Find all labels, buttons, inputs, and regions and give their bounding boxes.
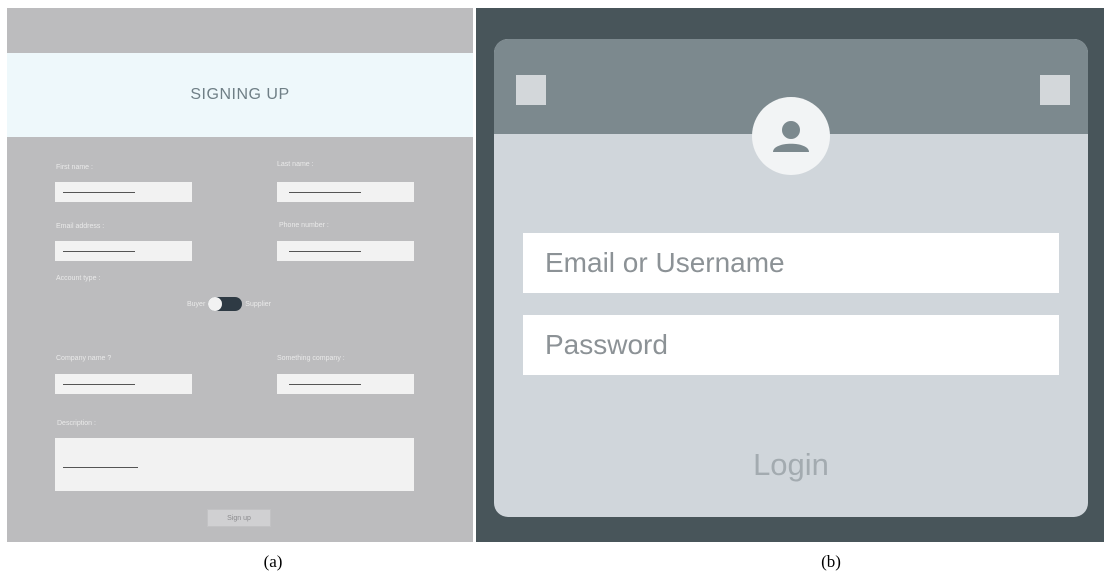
toggle-buyer-label: Buyer <box>187 300 206 308</box>
toggle-knob <box>208 297 223 311</box>
last-name-input[interactable] <box>277 182 414 202</box>
phone-label: Phone number : <box>279 222 329 229</box>
settings-square-icon[interactable] <box>1040 75 1070 105</box>
company-name-label: Company name ? <box>56 355 112 362</box>
something-company-input[interactable] <box>277 374 414 394</box>
phone-input[interactable] <box>277 241 414 261</box>
company-name-input[interactable] <box>55 374 192 394</box>
password-field[interactable]: Password <box>523 315 1059 375</box>
account-type-toggle-row: Buyer Supplier <box>187 297 271 311</box>
email-username-field[interactable]: Email or Username <box>523 233 1059 293</box>
login-panel: Email or Username Password Login <box>476 8 1104 542</box>
login-button[interactable]: Login <box>494 447 1088 483</box>
email-input[interactable] <box>55 241 192 261</box>
email-username-placeholder: Email or Username <box>545 247 785 278</box>
signup-form-panel: SIGNING UP First name : Last name : Emai… <box>7 8 473 542</box>
description-label: Description : <box>57 420 96 427</box>
toggle-supplier-label: Supplier <box>245 300 271 308</box>
caption-b: (b) <box>821 552 841 571</box>
menu-square-icon[interactable] <box>516 75 546 105</box>
account-type-toggle[interactable] <box>208 297 243 311</box>
login-card: Email or Username Password Login <box>494 39 1088 517</box>
signup-title: SIGNING UP <box>190 86 290 103</box>
caption-a: (a) <box>263 552 283 571</box>
password-placeholder: Password <box>545 329 668 360</box>
first-name-input[interactable] <box>55 182 192 202</box>
something-company-label: Something company : <box>277 355 345 362</box>
top-text-strip <box>0 0 1104 8</box>
first-name-label: First name : <box>56 164 93 171</box>
description-textarea[interactable] <box>55 438 414 491</box>
account-type-label: Account type : <box>56 275 101 282</box>
signup-header: SIGNING UP <box>7 53 473 137</box>
sign-up-button[interactable]: Sign up <box>207 509 271 527</box>
email-label: Email address : <box>56 223 105 230</box>
user-avatar-icon <box>752 97 830 175</box>
last-name-label: Last name : <box>277 161 314 168</box>
